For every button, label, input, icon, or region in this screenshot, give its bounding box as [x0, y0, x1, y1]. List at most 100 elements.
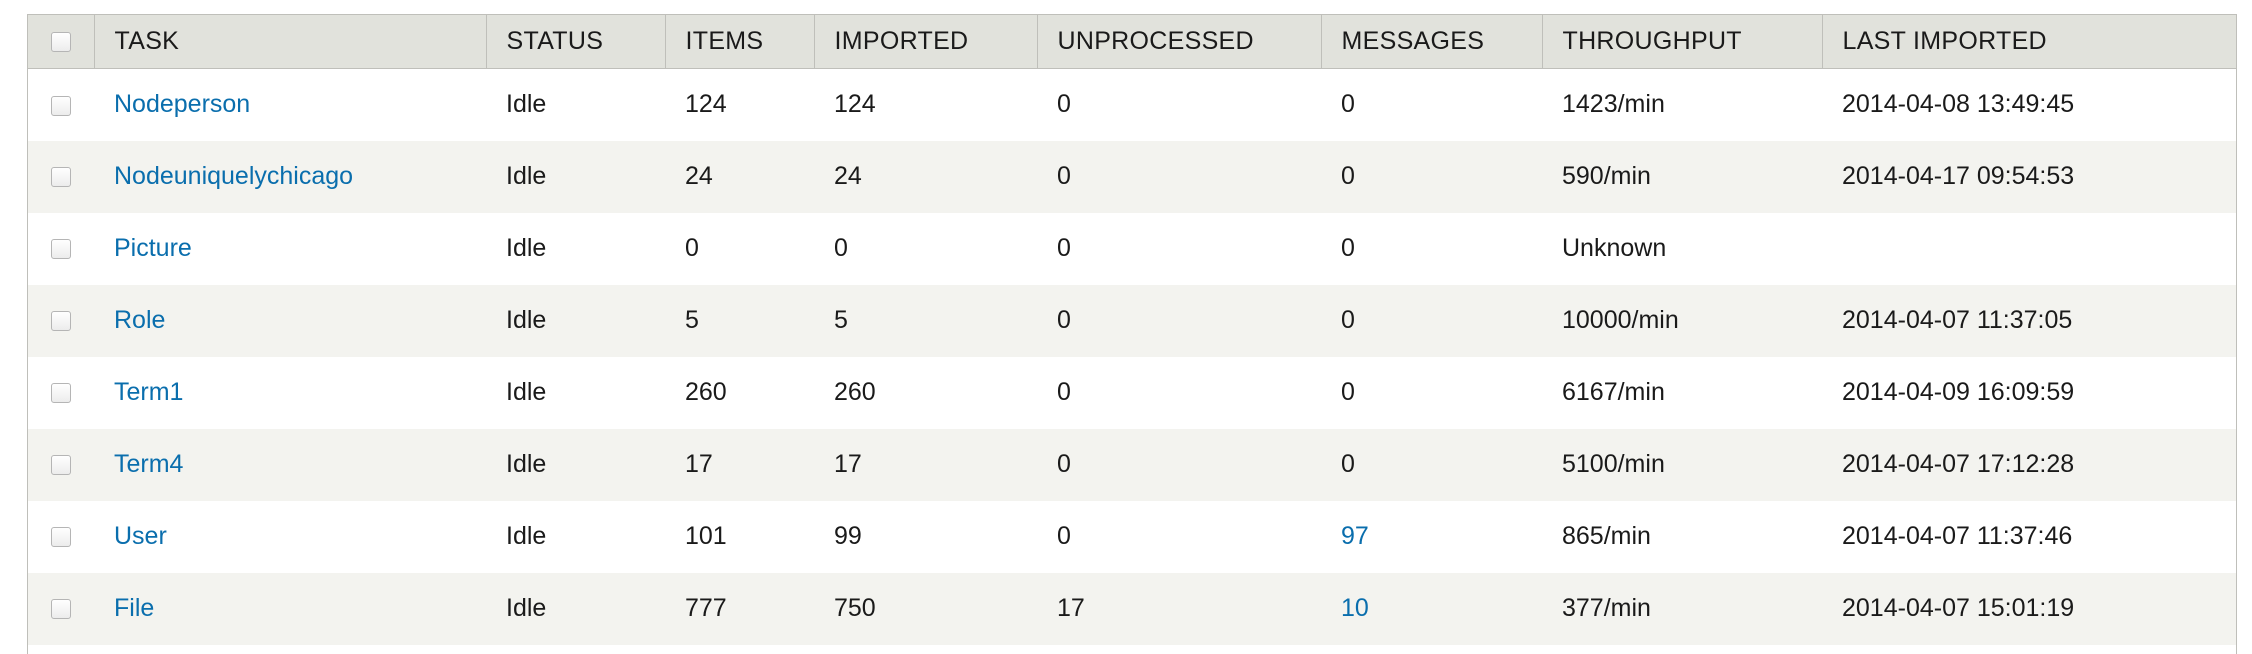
row-select-cell — [28, 501, 94, 573]
unprocessed-cell: 0 — [1057, 90, 1071, 119]
throughput-cell: 6167/min — [1562, 378, 1665, 406]
imported-cell: 5 — [834, 306, 848, 334]
throughput-cell: 377/min — [1562, 594, 1651, 622]
table-row: User Idle 101 99 0 97 865/min 2014-04-07… — [28, 500, 2236, 573]
items-cell: 124 — [685, 90, 727, 119]
table-row: Nodeuniquelychicago Idle 24 24 0 0 590/m… — [28, 140, 2236, 213]
migration-tasks-table: TASK STATUS ITEMS IMPORTED UNPROCESSED M… — [28, 14, 2236, 645]
status-cell: Idle — [506, 306, 547, 334]
last-imported-cell: 2014-04-07 17:12:28 — [1842, 450, 2075, 478]
task-cell: File — [94, 573, 486, 645]
imported-cell: 99 — [834, 522, 862, 550]
task-cell: Term1 — [94, 357, 486, 429]
imported-cell: 750 — [834, 594, 876, 622]
header-last-imported[interactable]: LAST IMPORTED — [1821, 14, 2236, 69]
header-unprocessed[interactable]: UNPROCESSED — [1036, 14, 1321, 69]
messages-cell: 0 — [1341, 234, 1355, 262]
messages-link[interactable]: 10 — [1341, 594, 1369, 622]
messages-cell: 0 — [1341, 450, 1355, 478]
items-cell: 24 — [685, 162, 713, 190]
messages-cell: 97 — [1321, 501, 1542, 573]
last-imported-cell: 2014-04-07 11:37:05 — [1842, 306, 2073, 334]
row-select-cell — [28, 357, 94, 429]
last-imported-cell: 2014-04-08 13:49:45 — [1842, 90, 2075, 119]
imported-cell: 0 — [834, 234, 848, 262]
select-all-checkbox[interactable] — [50, 32, 71, 53]
table-row: Role Idle 5 5 0 0 10000/min 2014-04-07 1… — [28, 284, 2236, 357]
messages-cell: 0 — [1341, 162, 1355, 190]
task-link[interactable]: Term4 — [114, 450, 183, 478]
throughput-cell: Unknown — [1562, 234, 1667, 262]
task-cell: Nodeuniquelychicago — [94, 141, 486, 213]
task-link[interactable]: Role — [114, 306, 165, 334]
header-status[interactable]: STATUS — [485, 14, 665, 69]
last-imported-cell: 2014-04-17 09:54:53 — [1842, 162, 2075, 190]
table-header-row: TASK STATUS ITEMS IMPORTED UNPROCESSED M… — [28, 14, 2236, 69]
imported-cell: 17 — [834, 450, 862, 478]
task-link[interactable]: File — [114, 594, 154, 622]
row-checkbox[interactable] — [51, 239, 71, 260]
row-checkbox[interactable] — [51, 95, 71, 116]
row-checkbox[interactable] — [51, 383, 71, 404]
last-imported-cell: 2014-04-09 16:09:59 — [1842, 378, 2075, 406]
table-row: Picture Idle 0 0 0 0 Unknown — [28, 212, 2236, 285]
unprocessed-cell: 0 — [1057, 306, 1071, 334]
status-cell: Idle — [506, 378, 547, 406]
items-cell: 260 — [685, 378, 727, 406]
task-link[interactable]: Term1 — [114, 378, 183, 406]
header-items[interactable]: ITEMS — [664, 14, 814, 69]
items-cell: 777 — [685, 594, 727, 622]
task-cell: Term4 — [94, 429, 486, 501]
header-imported[interactable]: IMPORTED — [813, 14, 1037, 69]
last-imported-cell: 2014-04-07 11:37:46 — [1842, 522, 2073, 550]
messages-cell: 0 — [1341, 306, 1355, 334]
imported-cell: 260 — [834, 378, 876, 406]
throughput-cell: 5100/min — [1562, 450, 1665, 478]
table-row: Term4 Idle 17 17 0 0 5100/min 2014-04-07… — [28, 428, 2236, 501]
imported-cell: 124 — [834, 90, 876, 119]
migration-table-container: TASK STATUS ITEMS IMPORTED UNPROCESSED M… — [27, 14, 2237, 654]
throughput-cell: 590/min — [1562, 162, 1651, 190]
throughput-cell: 10000/min — [1562, 306, 1679, 334]
status-cell: Idle — [506, 450, 547, 478]
status-cell: Idle — [506, 522, 547, 550]
row-select-cell — [28, 213, 94, 285]
row-checkbox[interactable] — [51, 311, 71, 332]
last-imported-cell — [1822, 213, 2236, 285]
messages-cell: 0 — [1341, 90, 1355, 119]
task-link[interactable]: Nodeperson — [114, 90, 250, 118]
task-link[interactable]: Nodeuniquelychicago — [114, 162, 353, 190]
task-cell: Picture — [94, 213, 486, 285]
task-cell: Nodeperson — [94, 69, 486, 141]
status-cell: Idle — [506, 234, 547, 262]
status-cell: Idle — [506, 594, 547, 622]
header-task[interactable]: TASK — [93, 14, 486, 69]
task-link[interactable]: Picture — [114, 234, 192, 262]
header-throughput[interactable]: THROUGHPUT — [1541, 14, 1822, 69]
task-link[interactable]: User — [114, 522, 167, 550]
last-imported-cell: 2014-04-07 15:01:19 — [1842, 594, 2075, 622]
task-cell: User — [94, 501, 486, 573]
unprocessed-cell: 0 — [1057, 522, 1071, 550]
unprocessed-cell: 17 — [1057, 594, 1085, 622]
throughput-cell: 865/min — [1562, 522, 1651, 550]
row-checkbox[interactable] — [51, 527, 71, 548]
items-cell: 101 — [685, 522, 727, 550]
table-row: Term1 Idle 260 260 0 0 6167/min 2014-04-… — [28, 356, 2236, 429]
status-cell: Idle — [506, 90, 547, 119]
row-select-cell — [28, 69, 94, 141]
row-checkbox[interactable] — [51, 599, 71, 620]
items-cell: 17 — [685, 450, 713, 478]
row-checkbox[interactable] — [51, 455, 71, 476]
messages-link[interactable]: 97 — [1341, 522, 1369, 550]
header-messages[interactable]: MESSAGES — [1320, 14, 1542, 69]
imported-cell: 24 — [834, 162, 862, 190]
table-row: File Idle 777 750 17 10 377/min 2014-04-… — [28, 572, 2236, 645]
header-select-all — [28, 14, 94, 69]
items-cell: 5 — [685, 306, 699, 334]
unprocessed-cell: 0 — [1057, 162, 1071, 190]
unprocessed-cell: 0 — [1057, 234, 1071, 262]
task-cell: Role — [94, 285, 486, 357]
row-checkbox[interactable] — [51, 167, 71, 188]
unprocessed-cell: 0 — [1057, 378, 1071, 406]
